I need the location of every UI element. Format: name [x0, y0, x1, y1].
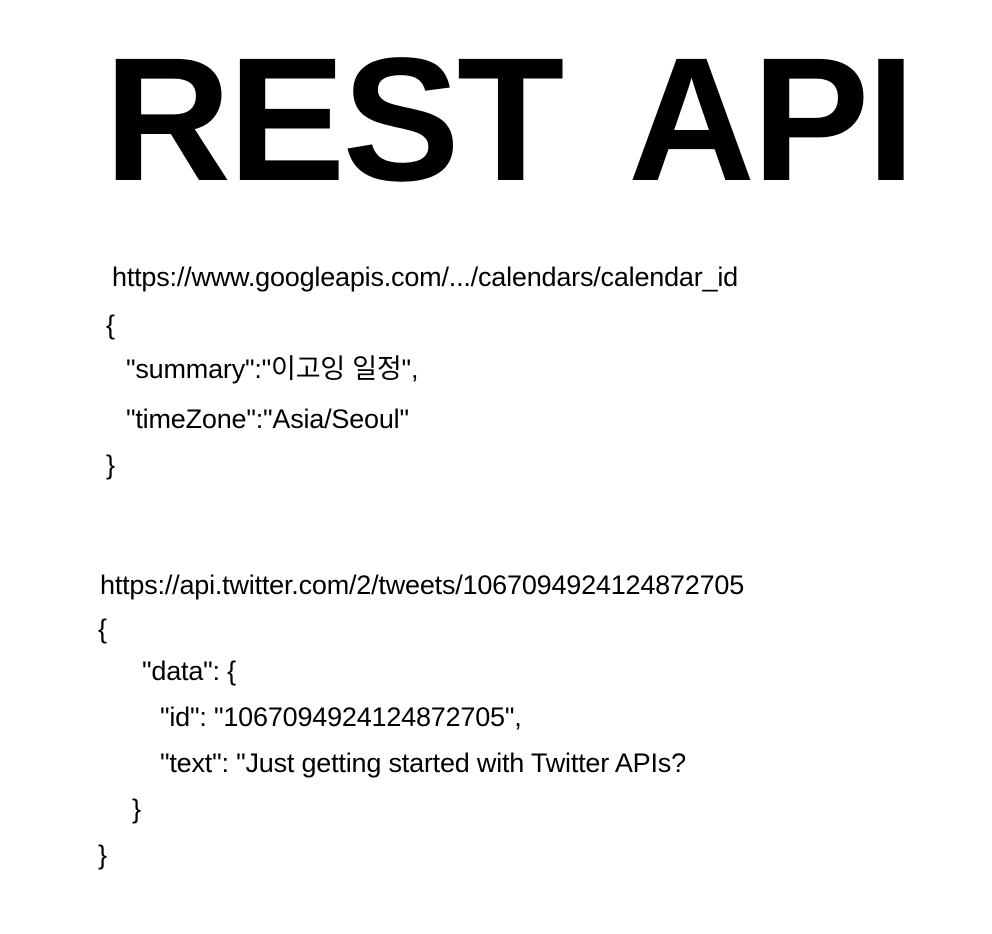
google-url: https://www.googleapis.com/.../calendars…	[112, 262, 738, 292]
twitter-open-brace: {	[98, 614, 107, 644]
google-close-brace: }	[106, 450, 115, 480]
title-word-api: API	[628, 22, 915, 218]
google-summary-line: "summary":"이고잉 일정",	[126, 354, 419, 384]
twitter-text-line: "text": "Just getting started with Twitt…	[160, 748, 686, 778]
title-word-rest: REST	[104, 22, 564, 218]
slide: REST API https://www.googleapis.com/.../…	[0, 0, 992, 934]
twitter-data-line: "data": {	[142, 656, 236, 686]
twitter-url: https://api.twitter.com/2/tweets/1067094…	[100, 570, 745, 600]
google-timezone-line: "timeZone":"Asia/Seoul"	[126, 404, 409, 434]
slide-title: REST API	[0, 22, 992, 218]
google-open-brace: {	[106, 310, 115, 340]
twitter-id-line: "id": "1067094924124872705",	[160, 702, 522, 732]
twitter-inner-close-brace: }	[132, 794, 141, 824]
twitter-close-brace: }	[98, 840, 107, 870]
